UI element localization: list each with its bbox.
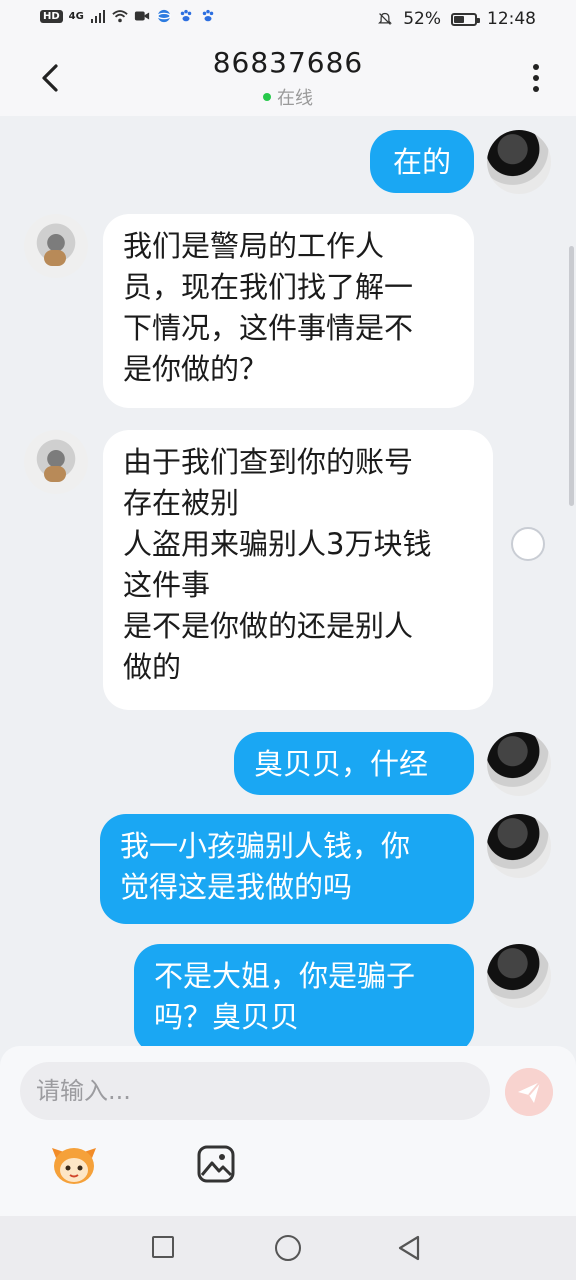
video-icon [134,11,149,21]
paw-icon [202,9,214,22]
status-bar: HD 4G 52% 12:48 [0,0,576,40]
my-avatar[interactable] [487,814,551,878]
battery-percent: 52% [403,9,441,29]
my-avatar[interactable] [487,944,551,1008]
home-button[interactable] [275,1235,301,1261]
message-bubble[interactable]: 不是大姐，你是骗子 吗？臭贝贝 [134,944,474,1054]
send-icon[interactable] [505,1068,553,1116]
contact-title: 86837686 [212,46,364,79]
chat-screen: HD 4G 52% 12:48 86837686 在线 在的 我们是警局的工作人… [0,0,576,1280]
recents-button[interactable] [152,1236,174,1258]
mute-bell-icon [378,12,393,25]
image-icon[interactable] [196,1144,236,1184]
chat-scrollbar[interactable] [569,246,574,506]
battery-icon [451,12,480,26]
more-options-icon[interactable] [518,58,554,98]
contact-avatar[interactable] [24,430,88,494]
nav-back-icon[interactable] [396,1234,422,1262]
clock: 12:48 [487,9,536,29]
online-dot [263,93,271,101]
message-bubble[interactable]: 由于我们查到你的账号 存在被别 人盗用来骗别人3万块钱 这件事 是不是你做的还是… [103,430,493,710]
online-status: 在线 [0,84,576,110]
network-type: 4G [68,10,84,22]
my-avatar[interactable] [487,732,551,796]
read-status-circle[interactable] [511,527,545,561]
paw-icon [180,9,192,22]
browser-icon [157,9,171,23]
sticker-face-icon[interactable] [50,1144,98,1186]
message-input[interactable]: 请输入... [20,1062,490,1120]
wifi-icon [112,10,128,23]
online-status-text: 在线 [277,88,313,109]
my-avatar[interactable] [487,130,551,194]
status-icons-left: HD 4G [40,9,216,23]
message-bubble[interactable]: 我们是警局的工作人 员，现在我们找了解一 下情况，这件事情是不 是你做的？ [103,214,474,408]
message-bubble[interactable]: 在的 [370,130,474,193]
message-composer: 请输入... [0,1046,576,1216]
status-icons-right: 52% 12:48 [377,9,536,29]
signal-icon [90,10,105,23]
battery-fill [454,15,465,23]
message-bubble[interactable]: 臭贝贝，什经 [234,732,474,795]
message-bubble[interactable]: 我一小孩骗别人钱，你 觉得这是我做的吗 [100,814,474,924]
hd-badge: HD [40,9,63,23]
system-nav-bar [0,1216,576,1280]
chat-header: 86837686 在线 [0,40,576,116]
contact-avatar[interactable] [24,214,88,278]
